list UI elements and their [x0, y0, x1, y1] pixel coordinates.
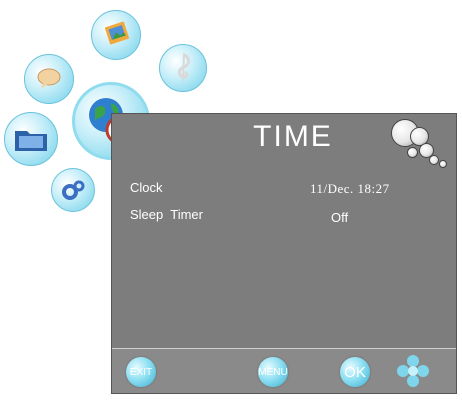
- ok-button[interactable]: OK: [340, 357, 370, 387]
- clock-value: 11/Dec. 18:27: [310, 181, 390, 196]
- gear-icon[interactable]: [51, 168, 95, 212]
- dpad-icon[interactable]: [396, 354, 430, 388]
- time-menu-panel: TIME Clock 11/Dec. 18:27 Sleep Timer Off…: [111, 113, 457, 394]
- exit-button[interactable]: EXIT: [126, 357, 156, 387]
- sleep-timer-label[interactable]: Sleep Timer: [130, 207, 203, 222]
- picture-icon[interactable]: [91, 10, 141, 60]
- music-icon[interactable]: [159, 44, 207, 92]
- menu-button[interactable]: MENU: [258, 357, 288, 387]
- clock-label[interactable]: Clock: [130, 180, 163, 195]
- folder-icon[interactable]: [4, 112, 58, 166]
- chat-icon[interactable]: [24, 54, 74, 104]
- bubbles-decoration-icon: [389, 117, 453, 169]
- screen: { "menu": { "title": "TIME", "items": [ …: [0, 0, 462, 401]
- footer-bar: EXIT MENU OK: [112, 348, 456, 393]
- sleep-timer-value[interactable]: Off: [331, 210, 348, 225]
